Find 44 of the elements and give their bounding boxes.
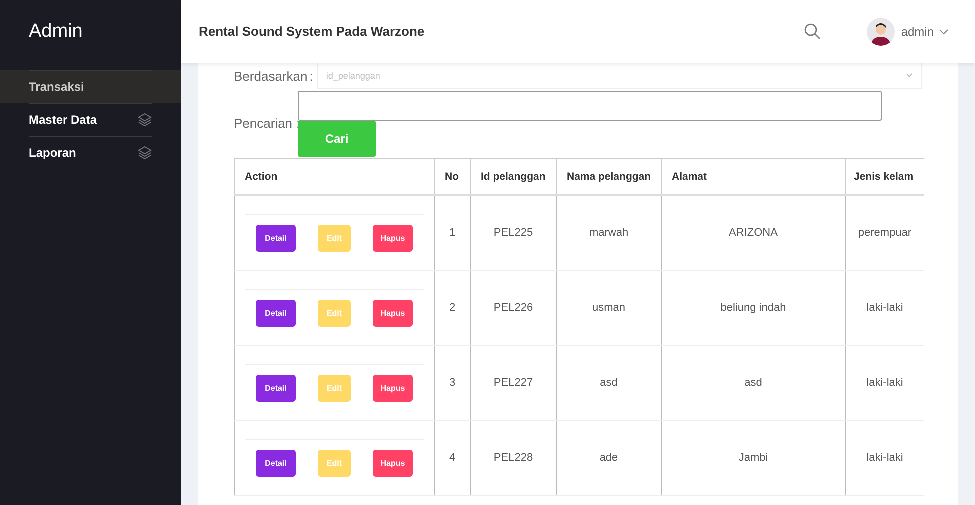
table-cell: asd [556,346,662,420]
search-label: Pencarian [234,116,293,133]
detail-button[interactable]: Detail [256,375,296,402]
table-cell: 1 [434,195,470,270]
sidebar-item[interactable]: Master Data [29,103,152,136]
search-field[interactable] [298,91,882,121]
column-header: Alamat [662,158,846,195]
chevron-down-icon[interactable] [939,28,949,34]
column-header: No [434,158,470,195]
delete-button[interactable]: Hapus [373,375,413,402]
table-cell: ARIZONA [662,195,846,270]
page-title: Rental Sound System Pada Warzone [199,24,426,39]
table-cell: PEL227 [470,346,556,420]
delete-button[interactable]: Hapus [373,225,413,252]
column-header: Action [234,158,434,195]
table-cell: usman [556,270,662,346]
table-cell: PEL228 [470,420,556,496]
table-cell: PEL225 [470,195,556,270]
table-cell: 2 [434,270,470,346]
table-cell: beliung indah [662,270,846,346]
detail-button[interactable]: Detail [256,300,296,327]
filter-select[interactable]: id_pelanggan [317,63,922,89]
table-cell: asd [662,346,846,420]
table-cell: ade [556,420,662,496]
column-header: Nama pelanggan [556,158,662,195]
separator-text: : [310,68,314,84]
filter-label: Berdasarkan [234,68,308,84]
column-header: Id pelanggan [470,158,556,195]
table-cell: PEL226 [470,270,556,346]
chevron-down-icon[interactable] [906,73,913,78]
sidebar-item[interactable]: Laporan [29,136,152,169]
delete-button[interactable]: Hapus [373,300,413,327]
column-header: Jenis kelam [846,158,924,195]
user-name[interactable]: admin [901,24,934,38]
search-icon[interactable] [804,23,822,40]
table-cell: 3 [434,346,470,420]
sidebar-brand: Admin [28,20,84,44]
table-cell: marwah [556,195,662,270]
delete-button[interactable]: Hapus [373,450,413,477]
detail-button[interactable]: Detail [256,450,296,477]
table-cell: Jambi [662,420,846,496]
avatar-icon[interactable] [867,18,896,46]
table-cell: 4 [434,420,470,496]
detail-button[interactable]: Detail [256,225,296,252]
